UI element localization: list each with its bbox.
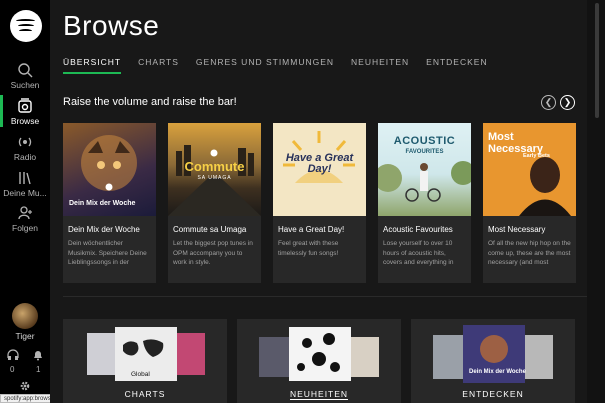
card-description: Lose yourself to over 10 hours of acoust… (383, 240, 454, 266)
notification-count: 1 (36, 365, 41, 374)
scrollbar-thumb[interactable] (595, 3, 599, 118)
tile-art-text: Dein Mix der Woche (469, 369, 526, 375)
bell-icon[interactable] (32, 349, 44, 363)
prev-arrow-button[interactable]: ❮ (541, 95, 556, 110)
cover-art-text: Have a Great Day! (285, 152, 354, 175)
sidebar-item-label: Suchen (10, 80, 40, 90)
cover-art: Commute SA UMAGA (168, 123, 261, 216)
sidebar-item-label: Folgen (12, 223, 38, 233)
sidebar-item-search[interactable]: Suchen (0, 62, 50, 90)
next-arrow-button[interactable]: ❯ (560, 95, 575, 110)
playlist-card-most-necessary[interactable]: Most Necessary Early Bets Most Necessary… (483, 123, 576, 283)
sidebar-item-library[interactable]: Deine Mu... (0, 170, 50, 198)
card-title: Acoustic Favourites (383, 225, 453, 234)
discover-collage (433, 325, 553, 383)
sidebar-item-browse[interactable]: Browse (0, 95, 50, 127)
tile-art-text: Global (131, 371, 150, 378)
downloads-count: 0 (10, 365, 15, 374)
charts-collage (87, 327, 205, 381)
playlist-card-acoustic[interactable]: ACOUSTIC FAVOURITES Acoustic Favourites … (378, 123, 471, 283)
sidebar-item-radio[interactable]: Radio (0, 134, 50, 162)
gear-icon[interactable] (19, 380, 31, 394)
section-divider (63, 296, 587, 297)
cover-art-text: ACOUSTIC (393, 135, 456, 147)
downloads-icon[interactable] (7, 349, 19, 363)
sidebar-item-follow[interactable]: Folgen (0, 205, 50, 233)
tile-discover[interactable]: Dein Mix der Woche ENTDECKEN (411, 319, 575, 403)
sidebar-item-label: Browse (10, 116, 40, 126)
cover-art: Dein Mix der Woche (63, 123, 156, 216)
playlist-card-commute[interactable]: Commute SA UMAGA Commute sa Umaga Let th… (168, 123, 261, 283)
search-icon (0, 62, 50, 78)
sidebar: Suchen Browse Radio Deine Mu... Folgen T… (0, 0, 50, 403)
follow-icon (0, 205, 50, 221)
sidebar-item-label: Deine Mu... (3, 188, 47, 198)
card-description: Let the biggest pop tunes in OPM accompa… (173, 240, 253, 266)
tile-new-releases[interactable]: NEUHEITEN (237, 319, 401, 403)
card-title: Commute sa Umaga (173, 225, 247, 234)
avatar[interactable] (12, 303, 38, 329)
spotify-logo-icon[interactable] (10, 10, 42, 42)
cover-art-text: Dein Mix der Woche (69, 200, 136, 207)
cover-art: Have a Great Day! (273, 123, 366, 216)
cover-art-text: Most Necessary (488, 131, 544, 155)
tab-overview[interactable]: ÜBERSICHT (63, 57, 122, 74)
tab-bar: ÜBERSICHT CHARTS GENRES UND STIMMUNGEN N… (63, 57, 505, 74)
tile-charts[interactable]: Global CHARTS (63, 319, 227, 403)
library-icon (0, 170, 50, 186)
card-title: Have a Great Day! (278, 225, 345, 234)
section-title: Raise the volume and raise the bar! (63, 96, 237, 108)
page-title: Browse (63, 10, 160, 41)
main-content: Browse ÜBERSICHT CHARTS GENRES UND STIMM… (50, 0, 587, 403)
cover-art-subtext: Early Bets (523, 153, 550, 159)
profile-name[interactable]: Tiger (0, 331, 50, 341)
tab-charts[interactable]: CHARTS (138, 57, 179, 74)
new-releases-collage (259, 327, 379, 381)
card-description: Dein wöchentlicher Musikmix. Speichere D… (68, 240, 147, 266)
card-description: Feel great with these timelessly fun son… (278, 240, 339, 257)
card-description: Of all the new hip hop on the come up, t… (488, 240, 571, 266)
cover-art-subtext: SA UMAGA (197, 175, 232, 181)
cover-art: Most Necessary Early Bets (483, 123, 576, 216)
radio-icon (0, 134, 50, 150)
playlist-card-great-day[interactable]: Have a Great Day! Have a Great Day! Feel… (273, 123, 366, 283)
tile-label: CHARTS (124, 389, 166, 399)
tab-genres-moods[interactable]: GENRES UND STIMMUNGEN (196, 57, 334, 74)
scrollbar[interactable] (587, 0, 605, 403)
tab-new-releases[interactable]: NEUHEITEN (351, 57, 409, 74)
tile-label: ENTDECKEN (462, 389, 524, 399)
card-title: Dein Mix der Woche (68, 225, 140, 234)
cover-art-subtext: FAVOURITES (405, 149, 444, 155)
cover-art: ACOUSTIC FAVOURITES (378, 123, 471, 216)
tab-discover[interactable]: ENTDECKEN (426, 57, 487, 74)
playlist-card-mix-der-woche[interactable]: Dein Mix der Woche Dein Mix der Woche De… (63, 123, 156, 283)
tile-label: NEUHEITEN (289, 389, 349, 400)
browse-icon (0, 98, 50, 114)
card-title: Most Necessary (488, 225, 546, 234)
sidebar-item-label: Radio (13, 152, 37, 162)
cover-art-text: Commute (184, 159, 245, 174)
